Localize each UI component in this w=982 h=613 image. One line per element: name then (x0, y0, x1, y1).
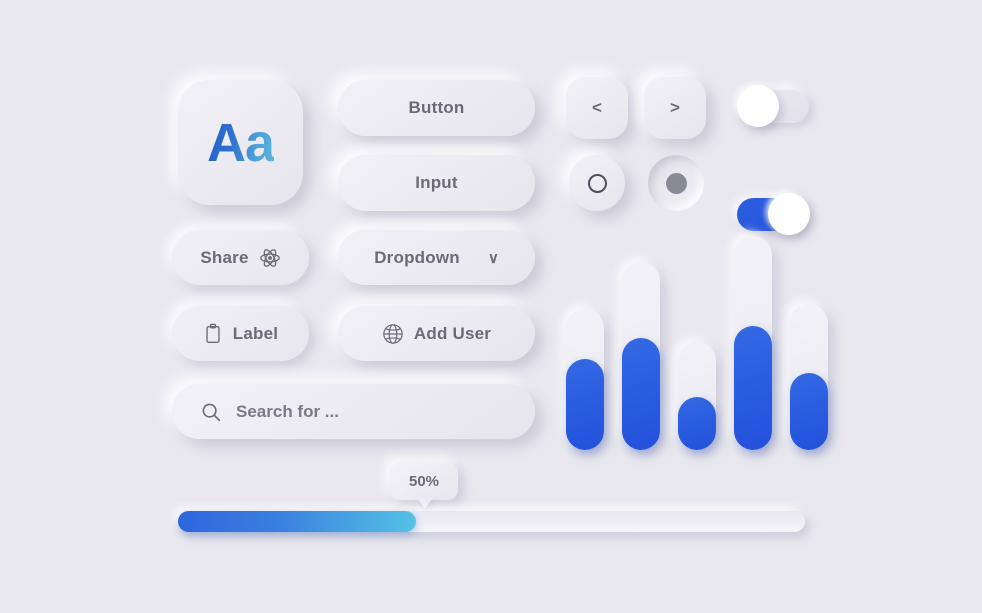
input-field-label: Input (415, 173, 458, 192)
radio-unselected[interactable] (569, 155, 625, 211)
bar-track (678, 341, 716, 450)
typography-card[interactable]: Aa (178, 80, 303, 205)
bar-column[interactable] (566, 225, 604, 450)
search-placeholder-text: Search for ... (236, 401, 339, 421)
dropdown-button-label: Dropdown (374, 247, 460, 267)
bar-track (622, 261, 660, 450)
bar-fill (790, 372, 828, 450)
bar-column[interactable] (678, 225, 716, 450)
prev-button[interactable]: < (566, 77, 628, 139)
bar-fill (622, 337, 660, 450)
next-button[interactable]: > (644, 77, 706, 139)
bar-column[interactable] (734, 225, 772, 450)
primary-button[interactable]: Button (338, 80, 535, 136)
share-button-label: Share (200, 247, 249, 267)
clipboard-icon (203, 323, 223, 345)
typography-sample-text: Aa (206, 112, 275, 173)
radio-dot-icon (665, 172, 687, 194)
slider-tooltip-pointer (416, 497, 434, 508)
chevron-down-icon: ∨ (487, 249, 499, 267)
search-icon (200, 401, 222, 423)
toggle-knob[interactable] (737, 85, 779, 127)
bar-track (790, 303, 828, 450)
bar-fill (678, 396, 716, 450)
bar-track (734, 236, 772, 450)
slider-fill (178, 511, 416, 532)
bar-track (566, 309, 604, 450)
slider-track[interactable] (178, 511, 805, 532)
atom-icon (259, 247, 281, 269)
radio-ring-icon (587, 173, 607, 193)
bar-fill (734, 326, 772, 450)
primary-button-label: Button (408, 98, 465, 117)
add-user-button-label: Add User (413, 323, 492, 343)
share-button[interactable]: Share (172, 230, 309, 285)
add-user-button[interactable]: Add User (338, 306, 535, 361)
ui-kit-canvas: Aa Button Input Share Dropdown ∨ Label A… (0, 0, 982, 613)
chevron-right-icon: > (670, 98, 680, 117)
bar-column[interactable] (790, 225, 828, 450)
dropdown-button[interactable]: Dropdown ∨ (338, 230, 535, 285)
toggle-switch-off[interactable] (737, 85, 809, 127)
radio-selected[interactable] (648, 155, 704, 211)
label-button-label: Label (232, 323, 279, 343)
chevron-left-icon: < (592, 98, 602, 117)
bar-chart (566, 225, 828, 450)
slider-value-label: 50% (408, 473, 440, 490)
slider-tooltip: 50% (390, 463, 458, 500)
bar-column[interactable] (622, 225, 660, 450)
input-field[interactable]: Input (338, 155, 535, 211)
label-button[interactable]: Label (172, 306, 309, 361)
search-input[interactable]: Search for ... (172, 384, 535, 439)
globe-icon (382, 323, 404, 345)
bar-fill (566, 358, 604, 450)
